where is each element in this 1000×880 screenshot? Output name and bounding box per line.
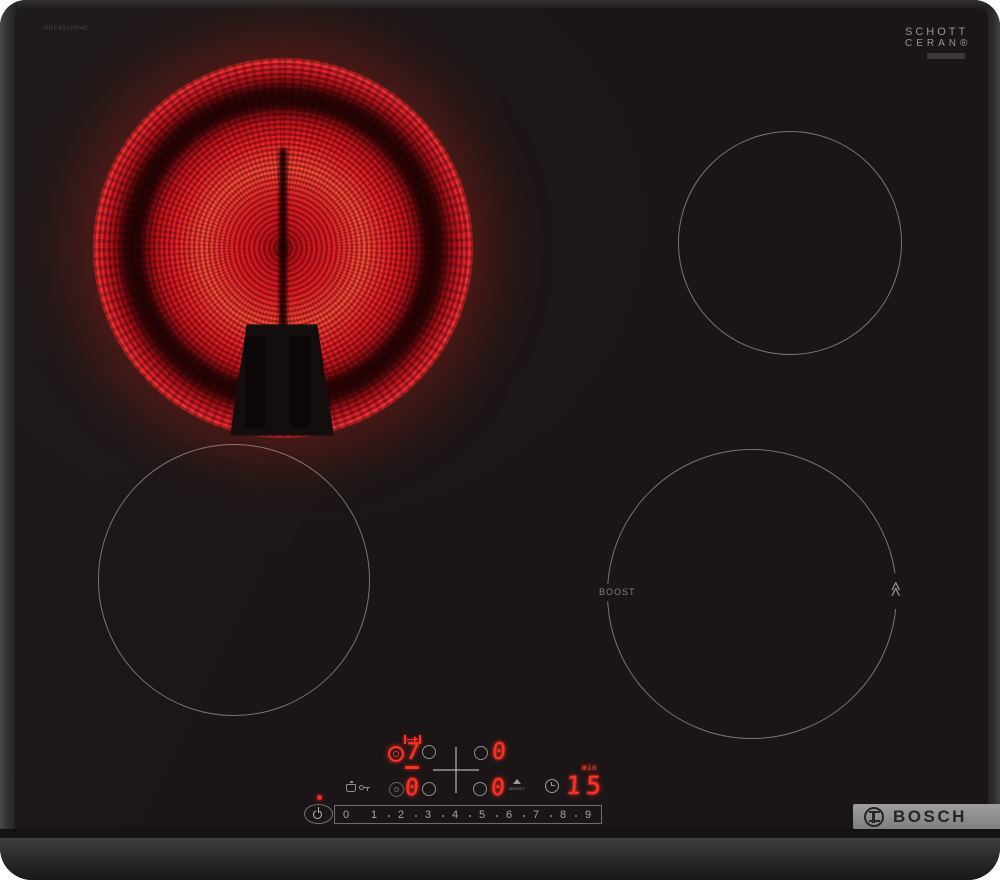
- slider-level-5: 5: [479, 809, 485, 821]
- slider-level-3: 3: [425, 809, 431, 821]
- schott-ceran-logo: SCHOTT CERAN®: [905, 26, 971, 59]
- boost-button-label: BOOST: [507, 786, 527, 791]
- schott-line2: CERAN®: [905, 38, 971, 50]
- timer-clock-icon[interactable]: [545, 779, 559, 793]
- boost-button[interactable]: BOOST: [507, 779, 527, 794]
- slider-level-1: 1: [371, 809, 377, 821]
- glass-front-seam: [0, 829, 1000, 838]
- power-button[interactable]: [304, 804, 333, 824]
- zone-select-front-right-button[interactable]: [473, 782, 487, 796]
- display-front-left-level: 0: [404, 777, 419, 800]
- power-level-slider[interactable]: 0 1 2 3 4 5 6 7 8 9: [334, 805, 602, 824]
- cooktop-body: BOOST ≪ PKF651FP4E SCHOTT CERAN® 7 0: [0, 0, 1000, 880]
- active-zone-marker: [405, 766, 419, 769]
- dual-circuit-button-icon[interactable]: [389, 782, 404, 797]
- boost-icon: [513, 779, 521, 784]
- brand-label: BOSCH: [893, 807, 967, 827]
- zone-select-back-right-button[interactable]: [474, 746, 488, 760]
- burner-element-divider: [279, 148, 287, 350]
- slider-level-8: 8: [560, 809, 566, 821]
- burner-front-left: [98, 444, 370, 716]
- schott-fineprint: [927, 53, 965, 59]
- keylock-icon[interactable]: [344, 779, 372, 794]
- slider-level-9: 9: [585, 809, 591, 821]
- dual-circuit-indicator-icon: [388, 746, 404, 762]
- display-front-right-level: 0: [490, 777, 505, 800]
- cooktop-photo: BOOST ≪ PKF651FP4E SCHOTT CERAN® 7 0: [0, 0, 1000, 880]
- slider-level-6: 6: [506, 809, 512, 821]
- zone-select-back-left-button[interactable]: [422, 745, 436, 759]
- power-indicator-dot: [317, 795, 322, 800]
- slider-level-0: 0: [343, 809, 349, 821]
- burner-terminal-bar: [245, 336, 265, 428]
- slider-level-7: 7: [533, 809, 539, 821]
- display-back-left-level: 7: [405, 741, 420, 764]
- slider-level-4: 4: [452, 809, 458, 821]
- zone-select-front-left-button[interactable]: [422, 782, 436, 796]
- model-number-label: PKF651FP4E: [44, 25, 89, 32]
- boost-zone-label: BOOST: [599, 587, 636, 597]
- timer-display: 15: [565, 773, 607, 798]
- burner-terminal-bar: [290, 336, 310, 428]
- burner-front-right: [607, 449, 897, 739]
- front-trim: [0, 838, 1000, 880]
- bosch-armature-icon: [864, 807, 884, 827]
- zone-cross-divider: [455, 747, 457, 793]
- slider-level-2: 2: [398, 809, 404, 821]
- frame-edge-right: [986, 0, 1000, 880]
- bosch-badge: BOSCH: [853, 804, 1000, 829]
- schott-line1: SCHOTT: [905, 26, 971, 38]
- dual-circuit-indicator-inner: [393, 751, 399, 757]
- burner-back-right: [678, 131, 902, 355]
- extended-zone-chevron-icon: ≪: [887, 576, 905, 602]
- display-back-right-level: 0: [491, 741, 506, 764]
